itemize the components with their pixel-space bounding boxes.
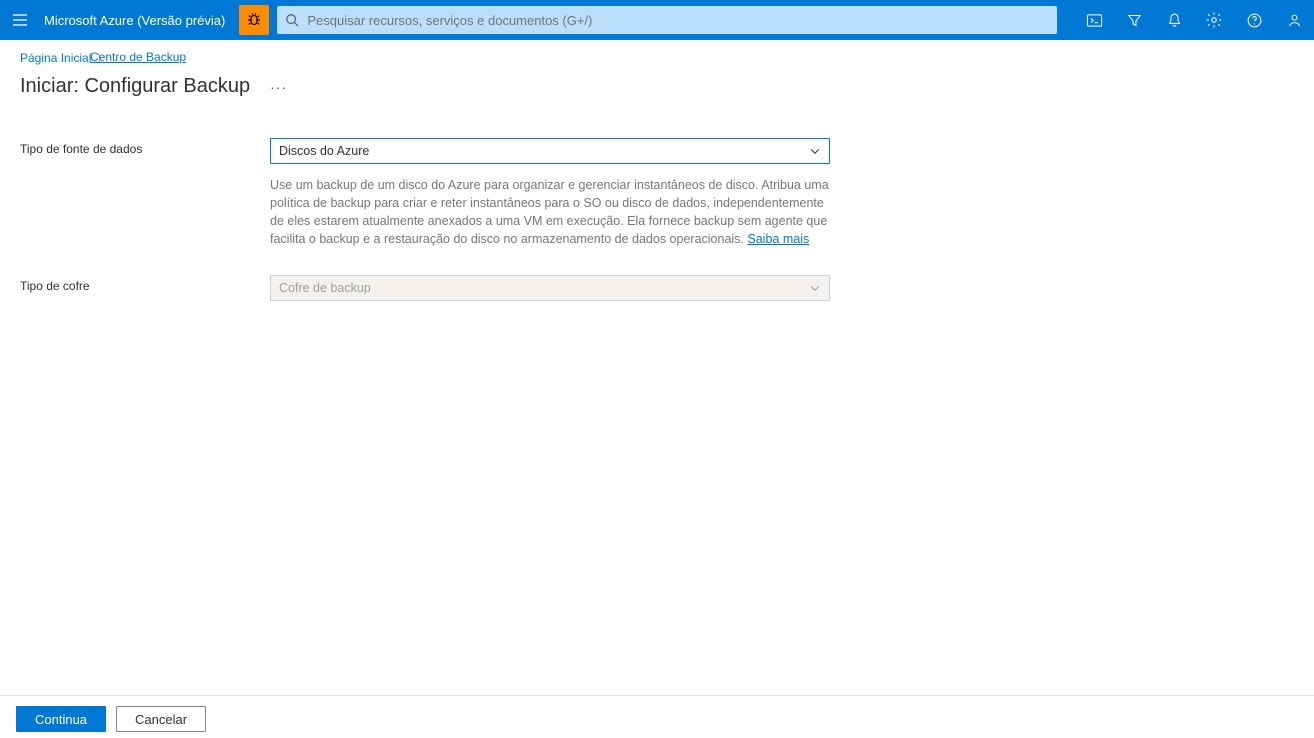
help-button[interactable]	[1234, 0, 1274, 40]
breadcrumb-center-link[interactable]: Centro de Backup	[90, 50, 186, 64]
bug-icon	[245, 11, 263, 29]
cancel-button[interactable]: Cancelar	[116, 706, 206, 732]
page-title-text: Iniciar: Configurar Backup	[20, 75, 250, 98]
top-icon-group	[1074, 0, 1314, 40]
hamburger-menu-button[interactable]	[0, 12, 40, 28]
filter-icon	[1126, 12, 1143, 29]
configure-backup-form: Tipo de fonte de dados Discos do Azure U…	[20, 138, 1294, 301]
continue-button[interactable]: Continua	[16, 706, 106, 732]
settings-button[interactable]	[1194, 0, 1234, 40]
vault-type-label: Tipo de cofre	[20, 275, 270, 293]
vault-type-value: Cofre de backup	[279, 281, 371, 295]
datasource-description: Use um backup de um disco do Azure para …	[270, 176, 830, 249]
hamburger-icon	[12, 12, 28, 28]
more-actions-button[interactable]: ···	[270, 79, 287, 95]
breadcrumb-home-link[interactable]: Página Inicial	[20, 51, 91, 65]
chevron-down-icon	[809, 145, 821, 157]
breadcrumb: Página Inicial 〉	[20, 50, 1294, 65]
help-icon	[1246, 12, 1263, 29]
chevron-down-icon	[809, 282, 821, 294]
search-input[interactable]	[299, 13, 1049, 28]
bell-icon	[1166, 12, 1183, 29]
feedback-button[interactable]	[1274, 0, 1314, 40]
learn-more-link[interactable]: Saiba mais	[747, 232, 809, 246]
directory-filter-button[interactable]	[1114, 0, 1154, 40]
notifications-button[interactable]	[1154, 0, 1194, 40]
datasource-description-text: Use um backup de um disco do Azure para …	[270, 178, 829, 246]
person-icon	[1286, 12, 1303, 29]
brand-label: Microsoft Azure (Versão prévia)	[40, 13, 239, 28]
cloud-shell-icon	[1086, 12, 1103, 29]
datasource-type-value: Discos do Azure	[279, 144, 369, 158]
top-nav-bar: Microsoft Azure (Versão prévia)	[0, 0, 1314, 40]
datasource-type-label: Tipo de fonte de dados	[20, 138, 270, 156]
vault-type-select: Cofre de backup	[270, 275, 830, 301]
search-icon	[285, 13, 299, 27]
preview-bug-button[interactable]	[239, 5, 269, 35]
datasource-type-select[interactable]: Discos do Azure	[270, 138, 830, 164]
gear-icon	[1205, 11, 1223, 29]
global-search[interactable]	[277, 6, 1057, 34]
page-title: Iniciar: Configurar Backup ···	[20, 75, 1294, 98]
page-footer: Continua Cancelar	[0, 695, 1314, 738]
page-body: Página Inicial 〉 Centro de Backup Inicia…	[0, 40, 1314, 695]
cloud-shell-button[interactable]	[1074, 0, 1114, 40]
